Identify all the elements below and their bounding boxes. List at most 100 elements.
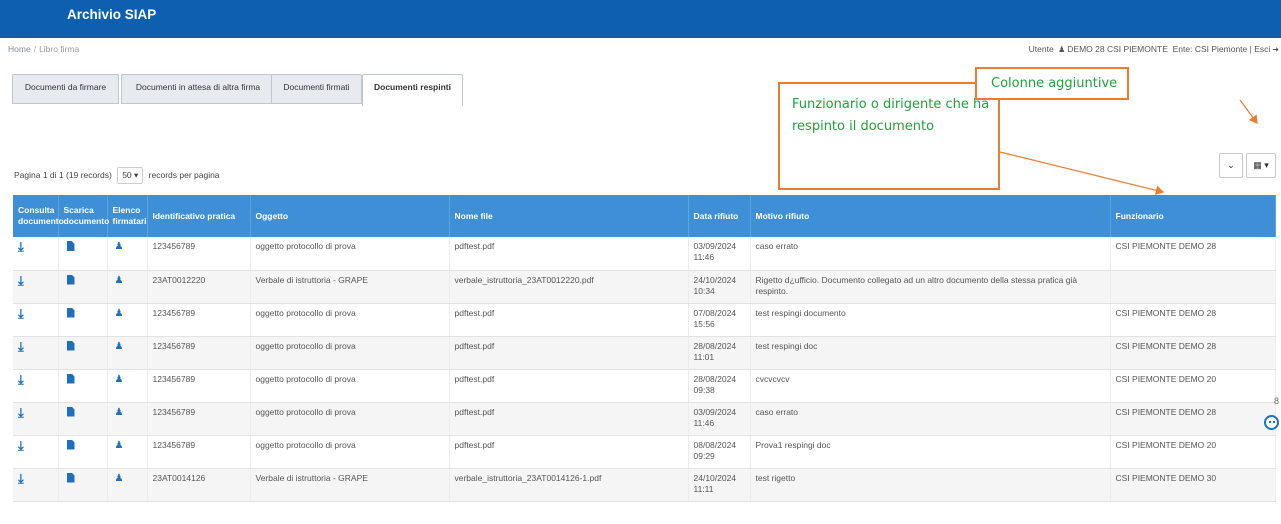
motivo-cell: Rigetto d¿ufficio. Documento collegato a… (750, 270, 1111, 304)
motivo-cell: cvcvcvcv (750, 369, 1111, 403)
oggetto-cell: oggetto protocollo di prova (250, 369, 450, 403)
id-cell: 23AT0012220 (147, 270, 251, 304)
consulta-cell: ⤓ (13, 468, 59, 502)
motivo-cell: caso errato (750, 237, 1111, 271)
table-row: ⤓ ♟ 123456789 oggetto protocollo di prova pd… (13, 369, 1276, 403)
col-identificativo[interactable]: Identificativo pratica (147, 195, 251, 237)
table-header-row: Consulta documento Scarica documento Ele… (13, 195, 1276, 237)
per-page-select[interactable]: 50 ▾ (117, 167, 144, 184)
user-icon[interactable]: ♟ (115, 341, 124, 352)
id-cell: 123456789 (147, 237, 251, 271)
chevron-down-icon[interactable]: ⌄ (1219, 153, 1243, 178)
data-cell: 03/09/2024 11:46 (688, 237, 751, 271)
download-icon[interactable]: ⤓ (18, 372, 24, 387)
funzionario-cell: CSI PIEMONTE DEMO 30 (1110, 468, 1276, 502)
scarica-cell (58, 369, 108, 403)
col-nome-file[interactable]: Nome file (449, 195, 689, 237)
file-icon[interactable] (66, 472, 75, 483)
funzionario-cell: CSI PIEMONTE DEMO 20 (1110, 369, 1276, 403)
chat-bot-icon[interactable] (1264, 415, 1279, 430)
id-cell: 123456789 (147, 336, 251, 370)
motivo-cell: test rigetto (750, 468, 1111, 502)
file-icon[interactable] (66, 373, 75, 384)
data-cell: 07/08/2024 15:56 (688, 303, 751, 337)
data-cell: 24/10/2024 11:11 (688, 468, 751, 502)
col-funzionario[interactable]: Funzionario (1110, 195, 1276, 237)
download-icon[interactable]: ⤓ (18, 273, 24, 288)
motivo-cell: test respingi documento (750, 303, 1111, 337)
arrow-to-columns (1239, 99, 1258, 124)
download-icon[interactable]: ⤓ (18, 471, 24, 486)
data-cell: 08/08/2024 09:29 (688, 435, 751, 469)
pager-info: Pagina 1 di 1 (19 records) (14, 170, 112, 180)
scarica-cell (58, 336, 108, 370)
oggetto-cell: oggetto protocollo di prova (250, 435, 450, 469)
pager-suffix: records per pagina (148, 170, 220, 180)
file-cell: pdftest.pdf (449, 369, 689, 403)
file-cell: verbale_istruttoria_23AT0012220.pdf (449, 270, 689, 304)
col-firmatari[interactable]: Elenco firmatari (107, 195, 148, 237)
funzionario-cell: CSI PIEMONTE DEMO 28 (1110, 336, 1276, 370)
firmatari-cell: ♟ (107, 303, 148, 337)
scarica-cell (58, 468, 108, 502)
scarica-cell (58, 402, 108, 436)
oggetto-cell: oggetto protocollo di prova (250, 402, 450, 436)
file-cell: pdftest.pdf (449, 402, 689, 436)
table-row: ⤓ ♟ 123456789 oggetto protocollo di prova pd… (13, 303, 1276, 337)
id-cell: 123456789 (147, 369, 251, 403)
col-consulta[interactable]: Consulta documento (13, 195, 64, 237)
col-motivo[interactable]: Motivo rifiuto (750, 195, 1111, 237)
table-row: ⤓ ♟ 23AT0012220 Verbale di istruttoria - GR… (13, 270, 1276, 304)
file-icon[interactable] (66, 307, 75, 318)
user-icon[interactable]: ♟ (115, 275, 124, 286)
user-icon[interactable]: ♟ (115, 374, 124, 385)
firmatari-cell: ♟ (107, 270, 148, 304)
file-cell: pdftest.pdf (449, 336, 689, 370)
file-icon[interactable] (66, 241, 75, 251)
col-oggetto[interactable]: Oggetto (250, 195, 450, 237)
file-icon[interactable] (66, 439, 75, 450)
file-icon[interactable] (66, 406, 75, 417)
documents-table: Consulta documento Scarica documento Ele… (13, 195, 1276, 502)
download-icon[interactable]: ⤓ (18, 239, 24, 254)
download-icon[interactable]: ⤓ (18, 405, 24, 420)
oggetto-cell: oggetto protocollo di prova (250, 303, 450, 337)
funzionario-cell (1110, 270, 1276, 304)
file-icon[interactable] (66, 274, 75, 285)
firmatari-cell: ♟ (107, 402, 148, 436)
funzionario-cell: CSI PIEMONTE DEMO 28 (1110, 303, 1276, 337)
download-icon[interactable]: ⤓ (18, 306, 24, 321)
consulta-cell: ⤓ (13, 303, 59, 337)
user-icon[interactable]: ♟ (115, 473, 124, 484)
consulta-cell: ⤓ (13, 270, 59, 304)
oggetto-cell: Verbale di istruttoria - GRAPE (250, 468, 450, 502)
file-cell: pdftest.pdf (449, 435, 689, 469)
consulta-cell: ⤓ (13, 237, 59, 271)
user-icon[interactable]: ♟ (115, 407, 124, 418)
consulta-cell: ⤓ (13, 402, 59, 436)
motivo-cell: caso errato (750, 402, 1111, 436)
file-icon[interactable] (66, 340, 75, 351)
user-icon[interactable]: ♟ (115, 308, 124, 319)
consulta-cell: ⤓ (13, 336, 59, 370)
data-cell: 24/10/2024 10:34 (688, 270, 751, 304)
col-data-rifiuto[interactable]: Data rifiuto (688, 195, 751, 237)
scarica-cell (58, 303, 108, 337)
table-row: ⤓ ♟ 123456789 oggetto protocollo di prova pd… (13, 237, 1276, 271)
col-scarica[interactable]: Scarica documento (58, 195, 109, 237)
data-cell: 28/08/2024 09:38 (688, 369, 751, 403)
pager: Pagina 1 di 1 (19 records) 50 ▾ records … (14, 167, 220, 184)
id-cell: 23AT0014126 (147, 468, 251, 502)
scarica-cell (58, 270, 108, 304)
scarica-cell (58, 435, 108, 469)
oggetto-cell: oggetto protocollo di prova (250, 237, 450, 271)
user-icon[interactable]: ♟ (115, 440, 124, 451)
table-row: ⤓ ♟ 23AT0014126 Verbale di istruttoria - GR… (13, 468, 1276, 502)
id-cell: 123456789 (147, 402, 251, 436)
user-icon[interactable]: ♟ (115, 241, 124, 252)
download-icon[interactable]: ⤓ (18, 339, 24, 354)
file-cell: verbale_istruttoria_23AT0014126-1.pdf (449, 468, 689, 502)
download-icon[interactable]: ⤓ (18, 438, 24, 453)
motivo-cell: Prova1 respingi doc (750, 435, 1111, 469)
columns-icon[interactable]: ▦ ▾ (1246, 153, 1276, 178)
